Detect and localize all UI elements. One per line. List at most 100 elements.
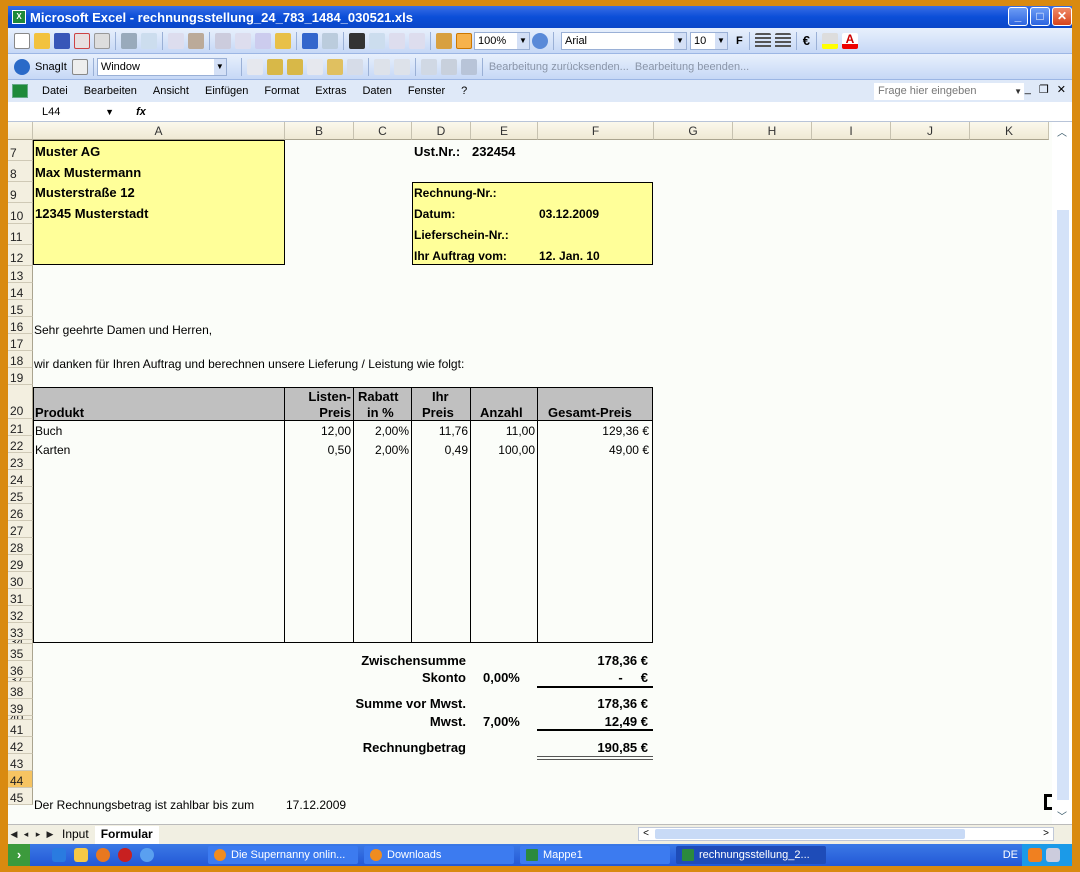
- row-header-22[interactable]: 22: [8, 436, 33, 453]
- menu-einfuegen[interactable]: Einfügen: [197, 85, 256, 97]
- select-all-corner[interactable]: [8, 122, 33, 140]
- column-header-a[interactable]: A: [33, 122, 285, 140]
- name-box[interactable]: L44 ▼: [8, 103, 116, 121]
- ask-question-input[interactable]: Frage hier eingeben ▼: [874, 83, 1024, 100]
- delete-comment-icon[interactable]: [346, 58, 363, 75]
- menu-fenster[interactable]: Fenster: [400, 85, 453, 97]
- cell-ihr-preis[interactable]: 0,49: [412, 442, 468, 458]
- snagit-settings-icon[interactable]: [71, 58, 88, 75]
- row-header-7[interactable]: 7: [8, 140, 33, 161]
- column-header-g[interactable]: G: [654, 122, 733, 140]
- open-icon[interactable]: [34, 32, 50, 49]
- spelling-icon[interactable]: [168, 32, 184, 49]
- review-end-button[interactable]: Bearbeitung beenden...: [635, 61, 749, 73]
- cell-rabatt[interactable]: 2,00%: [354, 442, 409, 458]
- cut-icon[interactable]: [215, 32, 231, 49]
- row-header-29[interactable]: 29: [8, 555, 33, 572]
- print-icon[interactable]: [121, 32, 137, 49]
- row-header-12[interactable]: 12: [8, 245, 33, 266]
- column-header-e[interactable]: E: [471, 122, 538, 140]
- row-header-28[interactable]: 28: [8, 538, 33, 555]
- fx-icon[interactable]: fx: [116, 106, 166, 118]
- menu-bearbeiten[interactable]: Bearbeiten: [76, 85, 145, 97]
- row-header-36[interactable]: 36: [8, 661, 33, 678]
- font-color-icon[interactable]: A: [841, 32, 858, 49]
- row-header-26[interactable]: 26: [8, 504, 33, 521]
- row-header-15[interactable]: 15: [8, 300, 33, 317]
- language-indicator[interactable]: DE: [1003, 844, 1018, 866]
- show-all-comments-icon[interactable]: [326, 58, 343, 75]
- column-header-b[interactable]: B: [285, 122, 354, 140]
- format-painter-icon[interactable]: [275, 32, 291, 49]
- column-header-c[interactable]: C: [354, 122, 412, 140]
- menu-help[interactable]: ?: [453, 85, 475, 97]
- workbook-icon[interactable]: [12, 84, 28, 98]
- insert-hyperlink-icon[interactable]: [349, 32, 365, 49]
- workbook-restore-button[interactable]: ❐: [1039, 83, 1049, 96]
- row-header-42[interactable]: 42: [8, 737, 33, 754]
- cell-rabatt[interactable]: 2,00%: [354, 423, 409, 439]
- undo-icon[interactable]: [302, 32, 318, 49]
- column-header-d[interactable]: D: [412, 122, 471, 140]
- row-header-9[interactable]: 9: [8, 182, 33, 203]
- cell-produkt[interactable]: Karten: [35, 442, 275, 458]
- minimize-button[interactable]: _: [1008, 7, 1028, 26]
- font-size-select[interactable]: 10 ▼: [690, 31, 728, 50]
- row-header-39[interactable]: 39: [8, 699, 33, 716]
- fill-color-icon[interactable]: [821, 32, 838, 49]
- last-sheet-icon[interactable]: ▶: [44, 829, 56, 840]
- start-button[interactable]: ›: [8, 844, 30, 866]
- column-header-j[interactable]: J: [891, 122, 970, 140]
- review-send-button[interactable]: Bearbeitung zurücksenden...: [489, 61, 629, 73]
- taskbar-button[interactable]: Die Supernanny onlin...: [208, 846, 358, 864]
- row-header-8[interactable]: 8: [8, 161, 33, 182]
- horizontal-scrollbar[interactable]: < >: [638, 827, 1054, 841]
- drawing-icon[interactable]: [456, 32, 472, 49]
- row-header-20[interactable]: 20: [8, 385, 33, 419]
- row-header-31[interactable]: 31: [8, 589, 33, 606]
- paste-icon[interactable]: [255, 32, 271, 49]
- row-header-13[interactable]: 13: [8, 266, 33, 283]
- scroll-down-icon[interactable]: ﹀: [1054, 808, 1070, 823]
- print-preview-icon[interactable]: [141, 32, 157, 49]
- row-header-19[interactable]: 19: [8, 368, 33, 385]
- taskbar-button[interactable]: Downloads: [364, 846, 514, 864]
- scroll-right-icon[interactable]: >: [1039, 828, 1053, 840]
- workbook-close-button[interactable]: ✕: [1057, 83, 1066, 96]
- vertical-scroll-thumb[interactable]: [1057, 210, 1069, 800]
- chart-wizard-icon[interactable]: [436, 32, 452, 49]
- row-header-25[interactable]: 25: [8, 487, 33, 504]
- sheet-tab-formular[interactable]: Formular: [94, 825, 159, 844]
- row-header-18[interactable]: 18: [8, 351, 33, 368]
- snagit-icon[interactable]: [14, 58, 30, 75]
- row-header-35[interactable]: 35: [8, 644, 33, 661]
- cell-listenpreis[interactable]: 12,00: [285, 423, 351, 439]
- cell-ihr-preis[interactable]: 11,76: [412, 423, 468, 439]
- menu-extras[interactable]: Extras: [307, 85, 354, 97]
- bold-button[interactable]: F: [736, 35, 743, 47]
- taskbar-button[interactable]: Mappe1: [520, 846, 670, 864]
- row-header-11[interactable]: 11: [8, 224, 33, 245]
- horizontal-scroll-thumb[interactable]: [655, 829, 965, 839]
- row-header-41[interactable]: 41: [8, 720, 33, 737]
- menu-datei[interactable]: Datei: [34, 85, 76, 97]
- cell-produkt[interactable]: Buch: [35, 423, 275, 439]
- row-header-45[interactable]: 45: [8, 788, 33, 805]
- menu-format[interactable]: Format: [256, 85, 307, 97]
- vertical-scrollbar[interactable]: ︿ ﹀: [1052, 122, 1072, 824]
- autosum-icon[interactable]: [369, 32, 385, 49]
- column-header-h[interactable]: H: [733, 122, 812, 140]
- copy-icon[interactable]: [235, 32, 251, 49]
- row-header-24[interactable]: 24: [8, 470, 33, 487]
- row-header-10[interactable]: 10: [8, 203, 33, 224]
- update-file-icon[interactable]: [393, 58, 410, 75]
- firefox-icon[interactable]: [96, 848, 110, 862]
- track-changes-icon[interactable]: [373, 58, 390, 75]
- row-header-30[interactable]: 30: [8, 572, 33, 589]
- column-header-i[interactable]: I: [812, 122, 891, 140]
- euro-currency-icon[interactable]: €: [803, 33, 810, 48]
- next-comment-icon[interactable]: [286, 58, 303, 75]
- cell-anzahl[interactable]: 100,00: [471, 442, 535, 458]
- new-icon[interactable]: [14, 32, 30, 49]
- cell-gesamt[interactable]: 49,00 €: [538, 442, 649, 458]
